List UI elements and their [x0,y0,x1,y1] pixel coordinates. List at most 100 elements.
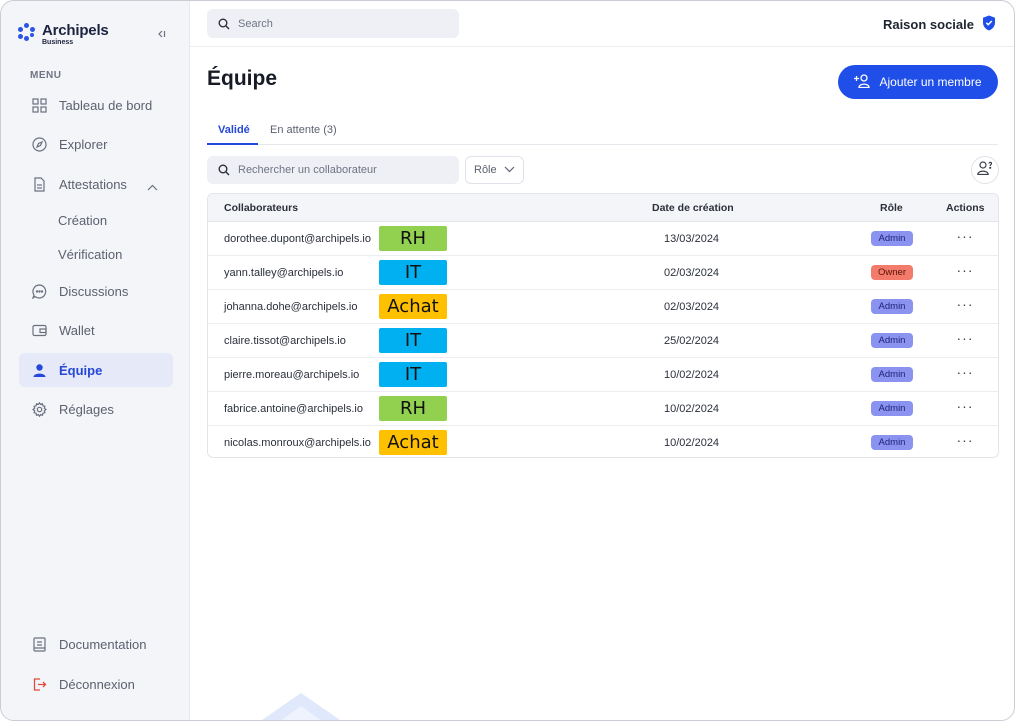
active-tab-indicator [207,143,258,145]
sidebar-item-label: Tableau de bord [59,97,153,113]
department-badge: RH [379,396,447,421]
sidebar-item-explorer[interactable]: Explorer [19,127,173,161]
role-badge: Admin [871,299,913,314]
row-actions-menu-icon[interactable]: ··· [956,398,974,418]
user-icon [31,362,47,378]
row-actions-menu-icon[interactable]: ··· [956,432,974,452]
brand-sub: Business [42,39,74,46]
brand-logo[interactable]: Archipels Business [18,23,109,46]
compass-icon [31,136,47,152]
creation-date: 10/02/2024 [664,403,720,415]
role-badge: Admin [871,367,913,382]
department-badge: IT [379,362,447,387]
sidebar-item-equipe[interactable]: Équipe [19,353,173,387]
pending-invite-button[interactable] [971,156,999,184]
menu-caption: MENU [30,70,62,81]
department-badge: RH [379,226,447,251]
creation-date: 02/03/2024 [664,267,720,279]
creation-date: 13/03/2024 [664,233,720,245]
creation-date: 25/02/2024 [664,335,720,347]
table-row[interactable]: claire.tissot@archipels.io IT 25/02/2024 Ad… [208,324,998,358]
collaborator-search[interactable] [207,156,459,184]
table-row[interactable]: fabrice.antoine@archipels.io RH 10/02/2024… [208,392,998,426]
logout-icon [31,676,47,692]
creation-date: 10/02/2024 [664,369,720,381]
department-badge: Achat [379,294,447,319]
tab-valide[interactable]: Validé [218,124,250,136]
role-filter-label: Rôle [474,164,497,176]
grid-icon [31,97,47,113]
table-row[interactable]: johanna.dohe@archipels.io Achat 02/03/2024… [208,290,998,324]
chevron-down-icon [504,164,515,176]
search-icon [218,164,230,176]
department-badge: IT [379,328,447,353]
logo-icon [18,23,36,41]
row-actions-menu-icon[interactable]: ··· [956,330,974,350]
sidebar-subitem-creation[interactable]: Création [58,213,107,228]
collapse-sidebar-icon[interactable] [155,28,167,40]
sidebar-item-label: Wallet [59,322,95,338]
chat-icon [31,283,47,299]
table-row[interactable]: pierre.moreau@archipels.io IT 10/02/2024 Ad… [208,358,998,392]
gear-icon [31,401,47,417]
collaborator-search-input[interactable] [238,164,438,176]
verified-shield-icon [982,15,996,34]
department-badge: Achat [379,430,447,455]
sidebar-subitem-verification[interactable]: Vérification [58,247,122,262]
company-menu[interactable]: Raison sociale [883,15,996,34]
table-row[interactable]: dorothee.dupont@archipels.io RH 13/03/2024… [208,222,998,256]
header-role[interactable]: Rôle [880,202,903,214]
header-date[interactable]: Date de création [652,202,734,214]
row-actions-menu-icon[interactable]: ··· [956,296,974,316]
row-actions-menu-icon[interactable]: ··· [956,364,974,384]
sidebar-item-label: Attestations [59,176,127,192]
member-email: johanna.dohe@archipels.io [224,301,358,313]
add-user-icon [854,73,871,91]
sidebar-item-discussions[interactable]: Discussions [19,274,173,308]
role-badge: Admin [871,435,913,450]
sidebar-item-label: Déconnexion [59,676,135,692]
member-email: claire.tissot@archipels.io [224,335,346,347]
wallet-icon [31,322,47,338]
role-filter-select[interactable]: Rôle [465,156,524,184]
table-row[interactable]: nicolas.monroux@archipels.io Achat 10/02/2… [208,426,998,457]
role-badge: Admin [871,333,913,348]
table-header: Collaborateurs Date de création Rôle Act… [208,194,998,222]
members-table: Collaborateurs Date de création Rôle Act… [207,193,999,458]
sidebar-item-documentation[interactable]: Documentation [19,627,173,661]
row-actions-menu-icon[interactable]: ··· [956,262,974,282]
header-actions: Actions [946,202,985,214]
department-badge: IT [379,260,447,285]
table-row[interactable]: yann.talley@archipels.io IT 02/03/2024 Owne… [208,256,998,290]
sidebar-item-reglages[interactable]: Réglages [19,392,173,426]
sidebar-item-deconnexion[interactable]: Déconnexion [19,667,173,701]
role-badge: Owner [871,265,913,280]
user-question-icon [977,160,993,180]
add-member-button[interactable]: Ajouter un membre [838,65,998,99]
tab-bar: Validé En attente (3) [207,119,998,145]
member-email: fabrice.antoine@archipels.io [224,403,363,415]
member-email: yann.talley@archipels.io [224,267,344,279]
decorative-shape [261,693,341,720]
book-icon [31,636,47,652]
header-collaborateurs[interactable]: Collaborateurs [224,202,298,214]
row-actions-menu-icon[interactable]: ··· [956,228,974,248]
sidebar-item-dashboard[interactable]: Tableau de bord [19,88,173,122]
app-window: Archipels Business MENU Tableau de bord … [0,0,1015,721]
sidebar-item-label: Équipe [59,362,103,378]
add-member-label: Ajouter un membre [879,75,982,89]
chevron-up-icon[interactable] [147,179,158,197]
global-search-input[interactable] [238,17,438,30]
topbar: Raison sociale [190,1,1014,47]
sidebar-item-label: Documentation [59,636,147,652]
company-name: Raison sociale [882,17,974,32]
sidebar-item-label: Discussions [59,283,129,299]
tab-en-attente[interactable]: En attente (3) [270,124,337,136]
member-email: nicolas.monroux@archipels.io [224,437,371,449]
search-icon [218,18,230,30]
role-badge: Admin [871,401,913,416]
member-email: dorothee.dupont@archipels.io [224,233,371,245]
member-email: pierre.moreau@archipels.io [224,369,360,381]
global-search[interactable] [207,9,459,38]
sidebar-item-wallet[interactable]: Wallet [19,313,173,347]
